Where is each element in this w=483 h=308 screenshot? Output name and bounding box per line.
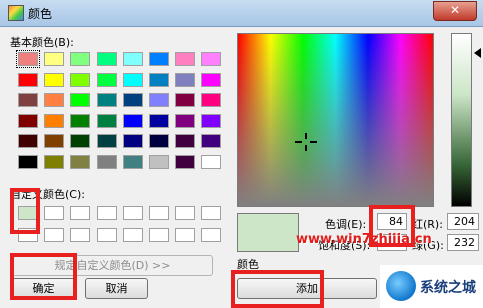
basic-color-swatch[interactable] [201,154,222,169]
red-label: 红(R): [412,218,443,231]
basic-color-swatch[interactable] [201,113,222,128]
custom-color-swatch[interactable] [70,228,91,242]
custom-color-swatch[interactable] [149,228,169,242]
color-dialog: 颜色 ✕ 基本颜色(B): 自定义颜色(C): 规定自定义颜色(D) >> 确定… [0,0,483,308]
ok-button[interactable]: 确定 [12,278,75,299]
custom-color-swatch[interactable] [18,228,38,242]
site-logo: 系统之城 [380,265,483,308]
basic-color-swatch[interactable] [18,154,38,169]
basic-color-swatch[interactable] [44,93,65,107]
custom-color-swatch[interactable] [122,206,143,220]
logo-icon [386,271,416,301]
red-input[interactable]: 204 [447,213,479,230]
basic-color-swatch[interactable] [96,113,117,128]
slider-arrow-icon[interactable] [474,48,481,58]
hue-label: 色调(E): [325,218,367,231]
add-to-custom-colors-button[interactable]: 添加 [237,278,377,299]
basic-color-swatch[interactable] [122,72,143,87]
basic-color-swatch[interactable] [149,113,169,128]
basic-color-swatch[interactable] [201,134,222,148]
basic-color-swatch[interactable] [18,93,38,107]
basic-color-swatch[interactable] [96,72,117,87]
define-custom-colors-button[interactable]: 规定自定义颜色(D) >> [12,255,213,276]
custom-color-swatch[interactable] [149,206,169,220]
basic-color-swatch[interactable] [201,93,222,107]
basic-color-swatch[interactable] [122,154,143,169]
custom-color-swatch[interactable] [96,206,117,220]
basic-color-swatch[interactable] [122,113,143,128]
basic-color-swatch[interactable] [149,52,169,66]
basic-color-swatch[interactable] [149,72,169,87]
custom-colors-label: 自定义颜色(C): [10,188,85,201]
basic-color-swatch[interactable] [70,154,91,169]
window-title: 颜色 [28,7,53,21]
basic-color-swatch[interactable] [122,52,143,66]
basic-color-swatch[interactable] [175,52,196,66]
basic-color-swatch[interactable] [96,93,117,107]
custom-color-swatch[interactable] [201,228,222,242]
basic-color-swatch[interactable] [44,72,65,87]
logo-text: 系统之城 [420,280,476,296]
hue-input[interactable]: 84 [377,213,407,230]
color-solid-label: 颜色 [237,258,259,271]
basic-color-swatch[interactable] [18,134,38,148]
color-palette-icon [8,5,24,21]
basic-color-swatch[interactable] [149,134,169,148]
basic-color-swatch[interactable] [122,134,143,148]
basic-color-swatch[interactable] [175,72,196,87]
basic-color-swatch[interactable] [201,72,222,87]
basic-color-swatch[interactable] [70,113,91,128]
custom-color-swatch[interactable] [44,206,65,220]
custom-color-swatch[interactable] [70,206,91,220]
cancel-button[interactable]: 取消 [85,278,148,299]
color-preview [237,213,299,252]
basic-color-swatch[interactable] [201,52,222,66]
basic-color-swatch[interactable] [16,50,40,68]
custom-color-swatch[interactable] [201,206,222,220]
basic-color-swatch[interactable] [175,134,196,148]
basic-color-swatch[interactable] [70,93,91,107]
color-spectrum[interactable] [237,33,434,207]
basic-color-swatch[interactable] [96,154,117,169]
custom-color-swatch[interactable] [18,206,38,220]
custom-color-swatch[interactable] [44,228,65,242]
basic-color-swatch[interactable] [70,134,91,148]
basic-color-swatch[interactable] [18,72,38,87]
basic-color-swatch[interactable] [96,134,117,148]
green-input[interactable]: 232 [447,234,479,251]
basic-color-swatch[interactable] [18,113,38,128]
basic-color-swatch[interactable] [175,93,196,107]
luminance-slider[interactable] [451,33,472,207]
basic-color-swatch[interactable] [44,113,65,128]
custom-color-swatch[interactable] [122,228,143,242]
basic-color-swatch[interactable] [70,52,91,66]
basic-color-swatch[interactable] [149,154,169,169]
basic-color-swatch[interactable] [149,93,169,107]
basic-color-swatch[interactable] [70,72,91,87]
basic-colors-label: 基本颜色(B): [10,36,74,49]
custom-color-swatch[interactable] [175,206,196,220]
basic-color-swatch[interactable] [175,154,196,169]
basic-color-swatch[interactable] [96,52,117,66]
close-button[interactable]: ✕ [433,1,477,21]
crosshair-icon [295,133,317,151]
title-bar[interactable]: 颜色 ✕ [0,0,483,27]
basic-color-swatch[interactable] [44,134,65,148]
basic-color-swatch[interactable] [122,93,143,107]
basic-color-swatch[interactable] [44,154,65,169]
custom-color-swatch[interactable] [96,228,117,242]
basic-color-swatch[interactable] [175,113,196,128]
custom-color-swatch[interactable] [175,228,196,242]
watermark: www.win7zhijia.cn [296,232,432,247]
basic-color-swatch[interactable] [44,52,65,66]
